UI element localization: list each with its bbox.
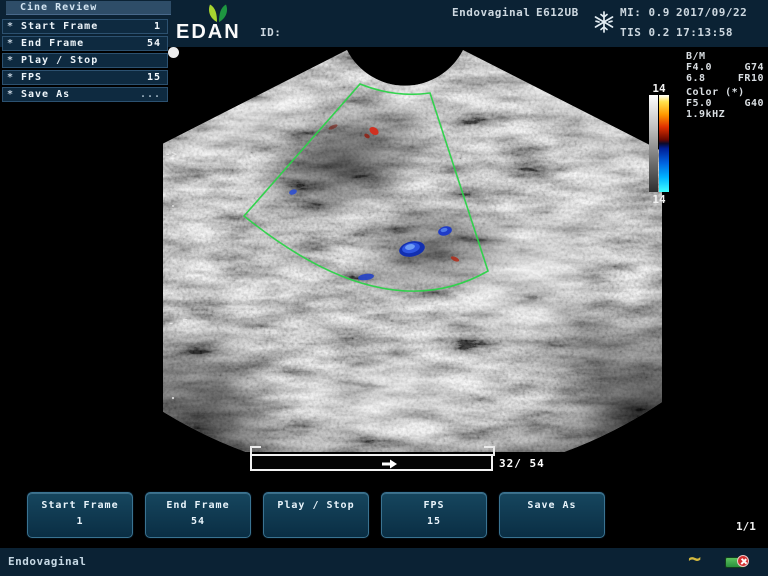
edan-leaf-logo-icon — [203, 2, 233, 24]
end-frame-button[interactable]: End Frame 54 — [145, 492, 251, 538]
param-color-mode-label: Color (*) — [686, 87, 745, 98]
menu-title: Cine Review — [6, 1, 171, 15]
cine-progress-slider[interactable] — [250, 454, 493, 471]
status-bar: Endovaginal ~ — [0, 548, 768, 576]
probe-orientation-marker-dot — [168, 47, 179, 58]
menu-bullet: * — [3, 89, 21, 100]
ultrasound-screen: EDAN ID: Endovaginal E612UB MI: 0.9 TIS … — [0, 0, 768, 576]
menu-item-label: Save As — [21, 89, 140, 100]
menu-item-value: 1 — [154, 21, 167, 32]
edan-logo-text: EDAN — [176, 21, 241, 44]
cine-review-menu: Cine Review * Start Frame 1 * End Frame … — [0, 0, 172, 104]
param-mode-label: B/M — [686, 51, 706, 62]
button-label: Start Frame — [28, 500, 132, 511]
depth-scale-label: - 5 — [168, 318, 189, 329]
param-b-frequency: F4.0 — [686, 62, 712, 73]
button-label: End Frame — [146, 500, 250, 511]
depth-tick — [172, 270, 174, 272]
fps-button[interactable]: FPS 15 — [381, 492, 487, 538]
play-stop-button[interactable]: Play / Stop — [263, 492, 369, 538]
colorbar-top-label: 14 — [645, 82, 673, 95]
menu-item-value: ... — [140, 89, 167, 100]
depth-tick — [172, 205, 174, 207]
imaging-parameters: B/M F4.0 G74 6.8 FR10 Color (*) F5.0 G40 1.… — [686, 51, 764, 120]
menu-item-play-stop[interactable]: * Play / Stop — [2, 53, 168, 68]
menu-bullet: * — [3, 21, 21, 32]
battery-missing-badge-icon — [737, 555, 749, 567]
param-prf: 1.9kHZ — [686, 109, 725, 120]
doppler-colorbar — [659, 95, 669, 192]
patient-id-label: ID: — [260, 26, 281, 39]
menu-item-label: End Frame — [21, 38, 147, 49]
menu-item-label: Play / Stop — [21, 55, 161, 66]
param-color-gain: G40 — [744, 98, 764, 109]
start-frame-button[interactable]: Start Frame 1 — [27, 492, 133, 538]
menu-item-value: 54 — [147, 38, 167, 49]
exam-preset-label: Endovaginal — [452, 6, 530, 19]
button-label: FPS — [382, 500, 486, 511]
param-color-frequency: F5.0 — [686, 98, 712, 109]
ac-power-icon: ~ — [688, 548, 701, 576]
menu-item-fps[interactable]: * FPS 15 — [2, 70, 168, 85]
menu-bullet: * — [3, 38, 21, 49]
param-depth: 6.8 — [686, 73, 706, 84]
grayscale-bar — [649, 95, 658, 192]
depth-tick — [172, 397, 174, 399]
menu-item-save-as[interactable]: * Save As ... — [2, 87, 168, 102]
button-value: 15 — [382, 516, 486, 527]
freeze-snowflake-icon — [592, 9, 616, 35]
focus-position-marker: -> — [165, 150, 178, 160]
colorbar-bottom-label: 14 — [645, 193, 673, 206]
tis-value: TIS 0.2 — [620, 26, 670, 39]
time-label: 17:13:58 — [676, 26, 733, 39]
frame-counter: 32/ 54 — [499, 457, 545, 470]
menu-bullet: * — [3, 55, 21, 66]
menu-item-start-frame[interactable]: * Start Frame 1 — [2, 19, 168, 34]
battery-status-icon — [725, 555, 752, 569]
mi-value: MI: 0.9 — [620, 6, 670, 19]
save-as-button[interactable]: Save As — [499, 492, 605, 538]
menu-item-label: FPS — [21, 72, 147, 83]
scan-fan — [145, 31, 700, 490]
play-position-arrow-icon — [382, 459, 398, 469]
param-frame-rate: FR10 — [738, 73, 764, 84]
button-label: Play / Stop — [264, 500, 368, 511]
date-label: 2017/09/22 — [676, 6, 747, 19]
status-preset-label: Endovaginal — [8, 555, 86, 568]
menu-item-label: Start Frame — [21, 21, 154, 32]
button-value: 1 — [28, 516, 132, 527]
probe-model-label: E612UB — [536, 6, 579, 19]
param-b-gain: G74 — [744, 62, 764, 73]
button-value: 54 — [146, 516, 250, 527]
menu-item-end-frame[interactable]: * End Frame 54 — [2, 36, 168, 51]
button-label: Save As — [500, 500, 604, 511]
menu-bullet: * — [3, 72, 21, 83]
page-indicator: 1/1 — [736, 520, 756, 533]
menu-item-value: 15 — [147, 72, 167, 83]
